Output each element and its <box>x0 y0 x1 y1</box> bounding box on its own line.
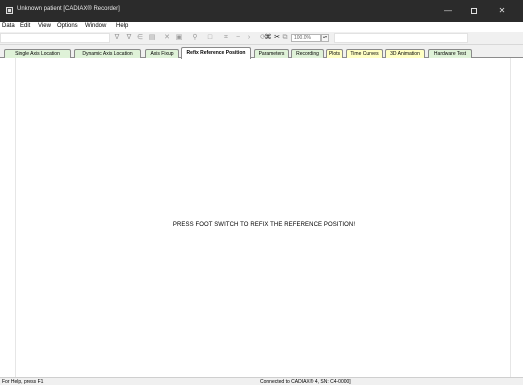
status-help-text: For Help, press F1 <box>2 379 44 385</box>
tab-time-curves[interactable]: Time Curves <box>346 49 383 58</box>
title-bar: Unknown patient [CADIAX® Recorder] — ✕ <box>0 0 523 22</box>
save-icon[interactable]: ▣ <box>174 33 184 43</box>
close-button[interactable]: ✕ <box>490 0 514 22</box>
tab-dynamic-axis-location[interactable]: Dynamic Axis Location <box>74 49 141 58</box>
settings-icon[interactable]: ⧉ <box>280 33 290 43</box>
refix-panel: PRESS FOOT SWITCH TO REFIX THE REFERENCE… <box>15 58 511 377</box>
delete-icon[interactable]: ✕ <box>162 33 172 43</box>
instruction-message: PRESS FOOT SWITCH TO REFIX THE REFERENCE… <box>172 222 356 228</box>
status-connection: Connected to CADIAX® 4, SN: C4-0000] <box>260 379 351 385</box>
toolbar: ∇ ∇ ∈ ▤ ✕ ▣ ⚲ □ ⌗ − › ⟳ ✂ ⌘ ⧉ 100.0% ▴▾ <box>0 32 523 45</box>
tab-3d-animation[interactable]: 3D Animation <box>385 49 425 58</box>
search-icon[interactable]: ⚲ <box>190 33 200 43</box>
copy-icon[interactable]: □ <box>205 33 215 43</box>
tab-refix-reference-position[interactable]: Refix Reference Position <box>181 47 251 59</box>
filter-icon[interactable]: ∇ <box>112 33 122 43</box>
tab-strip: Single Axis Location Dynamic Axis Locati… <box>0 45 523 59</box>
menu-options[interactable]: Options <box>57 23 78 29</box>
status-bar: For Help, press F1 Connected to CADIAX® … <box>0 377 523 385</box>
minus-icon[interactable]: − <box>233 33 243 43</box>
menu-edit[interactable]: Edit <box>20 23 30 29</box>
tab-plots[interactable]: Plots <box>326 49 343 58</box>
grid-icon[interactable]: ⌗ <box>221 33 231 43</box>
maximize-button[interactable] <box>462 0 486 22</box>
arrow-right-icon[interactable]: › <box>244 33 254 43</box>
transfer-icon[interactable]: ∈ <box>135 33 145 43</box>
tab-single-axis-location[interactable]: Single Axis Location <box>4 49 71 58</box>
menu-bar: Data Edit View Options Window Help <box>0 22 523 32</box>
print-icon[interactable]: ▤ <box>147 33 157 43</box>
curve-select-icon[interactable]: ∇ <box>124 33 134 43</box>
tab-hardware-test[interactable]: Hardware Test <box>428 49 472 58</box>
tab-parameters[interactable]: Parameters <box>254 49 289 58</box>
menu-view[interactable]: View <box>38 23 51 29</box>
app-icon <box>6 7 13 14</box>
toolbar-blank-field <box>334 33 468 43</box>
menu-window[interactable]: Window <box>85 23 106 29</box>
maximize-icon <box>471 7 477 14</box>
toolbar-empty-area <box>0 33 110 43</box>
left-margin <box>0 58 15 377</box>
minimize-button[interactable]: — <box>436 0 460 22</box>
tab-recording[interactable]: Recording <box>291 49 324 58</box>
tab-axis-fixup[interactable]: Axis Fixup <box>145 49 179 58</box>
trace-icon[interactable]: ⌘ <box>263 33 273 43</box>
menu-data[interactable]: Data <box>2 23 15 29</box>
zoom-input[interactable]: 100.0% <box>291 34 321 42</box>
window-title: Unknown patient [CADIAX® Recorder] <box>17 6 120 12</box>
menu-help[interactable]: Help <box>116 23 128 29</box>
zoom-spinner[interactable]: ▴▾ <box>321 34 329 42</box>
